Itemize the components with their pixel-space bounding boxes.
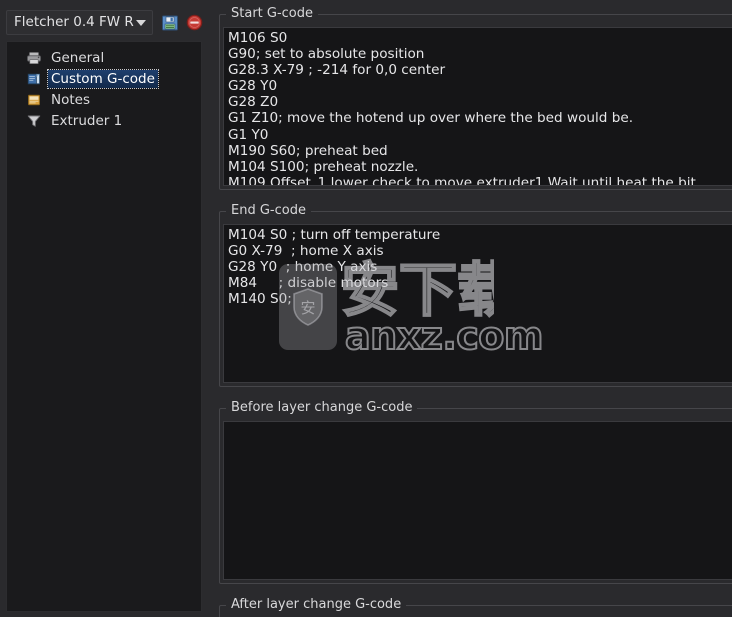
- sidebar-item-label: Extruder 1: [51, 112, 123, 129]
- sidebar-item-custom-g-code[interactable]: Custom G-code: [26, 68, 201, 89]
- sidebar-item-extruder-1[interactable]: Extruder 1: [26, 110, 201, 131]
- sidebar-item-label: Custom G-code: [47, 68, 159, 89]
- end-gcode-textarea[interactable]: M104 S0 ; turn off temperature G0 X-79 ;…: [223, 224, 732, 383]
- start-gcode-group: Start G-code M106 S0 G90; set to absolut…: [219, 6, 732, 190]
- printer-icon: [26, 50, 42, 66]
- sidebar-item-label: Notes: [51, 91, 90, 108]
- sidebar-item-notes[interactable]: Notes: [26, 89, 201, 110]
- delete-button[interactable]: [185, 13, 204, 32]
- before-layer-change-gcode-textarea[interactable]: [223, 421, 732, 580]
- document-icon: [26, 71, 42, 87]
- chevron-down-icon[interactable]: [134, 11, 148, 34]
- profile-selector[interactable]: Fletcher 0.4 FW R: [6, 10, 153, 35]
- settings-tree[interactable]: General Custom G-code Notes Extruder 1: [6, 41, 202, 612]
- end-gcode-value: M104 S0 ; turn off temperature G0 X-79 ;…: [228, 227, 441, 308]
- sidebar-item-general[interactable]: General: [26, 47, 201, 68]
- note-icon: [26, 92, 42, 108]
- before-layer-change-gcode-title: Before layer change G-code: [226, 400, 418, 416]
- after-layer-change-gcode-group: After layer change G-code: [219, 597, 732, 617]
- save-button[interactable]: [160, 13, 179, 32]
- funnel-icon: [26, 113, 42, 129]
- after-layer-change-gcode-title: After layer change G-code: [226, 597, 407, 613]
- floppy-disk-icon: [161, 15, 178, 30]
- sidebar-panel: Fletcher 0.4 FW R General Custom G-code …: [0, 0, 203, 617]
- start-gcode-value: M106 S0 G90; set to absolute position G2…: [228, 30, 696, 186]
- start-gcode-textarea[interactable]: M106 S0 G90; set to absolute position G2…: [223, 27, 732, 186]
- end-gcode-title: End G-code: [226, 203, 311, 219]
- before-layer-change-gcode-group: Before layer change G-code: [219, 400, 732, 584]
- end-gcode-group: End G-code M104 S0 ; turn off temperatur…: [219, 203, 732, 387]
- sidebar-item-label: General: [51, 49, 105, 66]
- start-gcode-title: Start G-code: [226, 6, 319, 22]
- application-window: Fletcher 0.4 FW R General Custom G-code …: [0, 0, 732, 617]
- custom-gcode-panel: Start G-code M106 S0 G90; set to absolut…: [211, 0, 732, 617]
- profile-selector-value: Fletcher 0.4 FW R: [14, 14, 134, 30]
- remove-circle-icon: [186, 14, 203, 31]
